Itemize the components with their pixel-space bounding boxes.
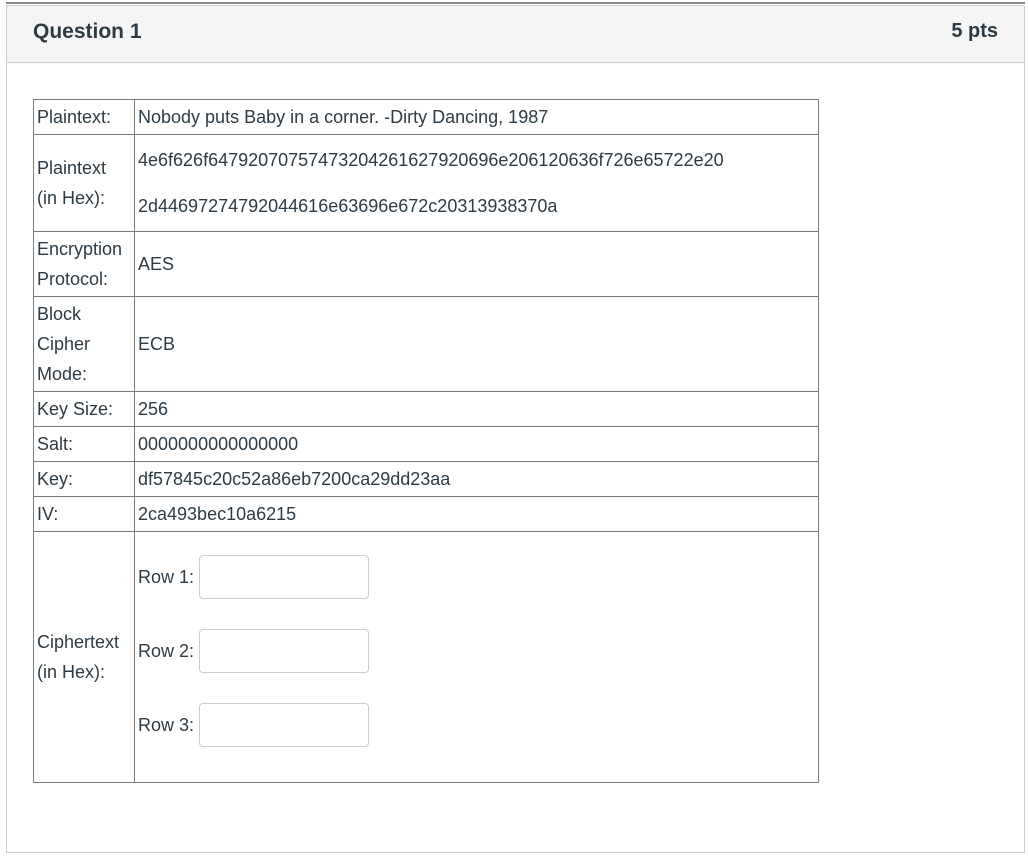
protocol-value: AES: [134, 231, 819, 297]
ciphertext-row-2-input[interactable]: [199, 629, 370, 673]
plaintext-label: Plaintext:: [33, 99, 135, 135]
plaintext-hex-label: Plaintext (in Hex):: [33, 134, 135, 232]
question-header: Question 1 5 pts: [7, 6, 1024, 63]
table-row: Salt: 0000000000000000: [33, 426, 819, 462]
salt-value: 0000000000000000: [134, 426, 819, 462]
plaintext-hex-line2: 2d44697274792044616e63696e672c2031393837…: [138, 196, 558, 216]
ciphertext-row-1: Row 1:: [138, 540, 815, 614]
salt-label: Salt:: [33, 426, 135, 462]
ciphertext-row-3: Row 3:: [138, 688, 815, 762]
protocol-label-line2: Protocol:: [37, 269, 109, 289]
question-table: Plaintext: Nobody puts Baby in a corner.…: [33, 99, 819, 783]
key-size-label: Key Size:: [33, 391, 135, 427]
key-label: Key:: [33, 461, 135, 497]
iv-label: IV:: [33, 496, 135, 532]
table-row: Plaintext (in Hex): 4e6f626f647920707574…: [33, 134, 819, 232]
ciphertext-inputs: Row 1: Row 2: Row 3:: [134, 531, 819, 783]
iv-value: 2ca493bec10a6215: [134, 496, 819, 532]
row-1-label: Row 1:: [138, 567, 195, 587]
protocol-label-line1: Encryption: [37, 239, 123, 259]
question-points: 5 pts: [951, 20, 998, 42]
table-row: Encryption Protocol: AES: [33, 231, 819, 297]
plaintext-hex-line1: 4e6f626f64792070757473204261627920696e20…: [138, 150, 724, 170]
question-title: Question 1: [33, 20, 142, 43]
plaintext-hex-label-line1: Plaintext: [37, 158, 107, 178]
ciphertext-row-1-input[interactable]: [199, 555, 370, 599]
table-row: Ciphertext (in Hex): Row 1: Row 2: Row 3…: [33, 531, 819, 783]
mode-label: Block Cipher Mode:: [33, 296, 135, 392]
protocol-label: Encryption Protocol:: [33, 231, 135, 297]
key-value: df57845c20c52a86eb7200ca29dd23aa: [134, 461, 819, 497]
table-row: Plaintext: Nobody puts Baby in a corner.…: [33, 99, 819, 135]
plaintext-value: Nobody puts Baby in a corner. -Dirty Dan…: [134, 99, 819, 135]
ciphertext-row-2: Row 2:: [138, 614, 815, 688]
question-card: Question 1 5 pts Plaintext: Nobody puts …: [6, 5, 1025, 853]
ciphertext-row-3-input[interactable]: [199, 703, 370, 747]
table-row: Block Cipher Mode: ECB: [33, 296, 819, 392]
plaintext-hex-value: 4e6f626f64792070757473204261627920696e20…: [134, 134, 819, 232]
ciphertext-label-line1: Ciphertext: [37, 632, 120, 652]
table-row: Key Size: 256: [33, 391, 819, 427]
ciphertext-label-line2: (in Hex):: [37, 662, 106, 682]
top-divider: [6, 2, 1025, 4]
mode-value: ECB: [134, 296, 819, 392]
row-3-label: Row 3:: [138, 715, 195, 735]
key-size-value: 256: [134, 391, 819, 427]
mode-label-line1: Block: [37, 304, 82, 324]
plaintext-hex-label-line2: (in Hex):: [37, 188, 106, 208]
mode-label-line3: Mode:: [37, 364, 88, 384]
table-row: Key: df57845c20c52a86eb7200ca29dd23aa: [33, 461, 819, 497]
ciphertext-label: Ciphertext (in Hex):: [33, 531, 135, 783]
mode-label-line2: Cipher: [37, 334, 91, 354]
table-row: IV: 2ca493bec10a6215: [33, 496, 819, 532]
row-2-label: Row 2:: [138, 641, 195, 661]
